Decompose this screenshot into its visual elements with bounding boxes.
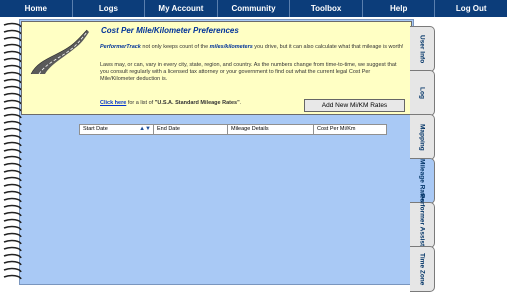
tab-user-info-label: User Info [418,34,426,64]
link-quote: "U.S.A. Standard Mileage Rates" [154,100,240,106]
link-suffix: for a list of [126,100,155,106]
tab-mapping-label: Mapping [418,123,426,151]
column-end-date[interactable]: End Date [154,125,228,134]
intro-highlight: miles/kilometers [209,44,253,50]
column-start-date-label: Start Date [83,126,108,132]
nav-toolbox[interactable]: Toolbox [290,0,363,17]
column-mileage-details[interactable]: Mileage Details [228,125,314,134]
spiral-binding-icon [3,22,22,280]
nav-community[interactable]: Community [218,0,291,17]
nav-my-account[interactable]: My Account [145,0,218,17]
tab-log[interactable]: Log [410,70,435,116]
nav-home[interactable]: Home [0,0,73,17]
preferences-panel: Cost Per Mile/Kilometer Preferences Perf… [21,21,412,115]
rates-link-line: Click here for a list of "U.S.A. Standar… [100,100,241,106]
tab-log-label: Log [418,87,426,99]
nav-log-out[interactable]: Log Out [435,0,507,17]
link-end: . [239,100,242,106]
top-nav-bar: Home Logs My Account Community Toolbox H… [0,0,507,17]
tab-mapping[interactable]: Mapping [410,114,435,160]
intro-text-a: not only keeps count of the [140,44,210,50]
tab-time-zone[interactable]: Time Zone [410,246,435,292]
click-here-link[interactable]: Click here [100,100,126,106]
column-cost-per-mi-km[interactable]: Cost Per Mi/Km [314,125,386,134]
rates-table-header: Start Date ▲▼ End Date Mileage Details Co… [79,124,387,135]
intro-text-b: you drive, but it can also calculate wha… [252,44,404,50]
add-new-rates-button[interactable]: Add New Mi/KM Rates [304,99,405,112]
intro-paragraph: PerformerTrack not only keeps count of t… [100,44,405,51]
sort-arrows-icon[interactable]: ▲▼ [139,125,151,134]
legal-paragraph: Laws may, or can, vary in every city, st… [100,62,397,82]
tab-time-zone-label: Time Zone [418,252,426,286]
nav-logs[interactable]: Logs [73,0,146,17]
brand-name: PerformerTrack [100,44,141,50]
tab-performer-assistant[interactable]: Performer Assistant [410,194,435,256]
column-start-date[interactable]: Start Date ▲▼ [80,125,154,134]
road-icon [30,29,89,75]
nav-help[interactable]: Help [363,0,436,17]
page-title: Cost Per Mile/Kilometer Preferences [101,26,239,35]
tab-user-info[interactable]: User Info [410,26,435,72]
